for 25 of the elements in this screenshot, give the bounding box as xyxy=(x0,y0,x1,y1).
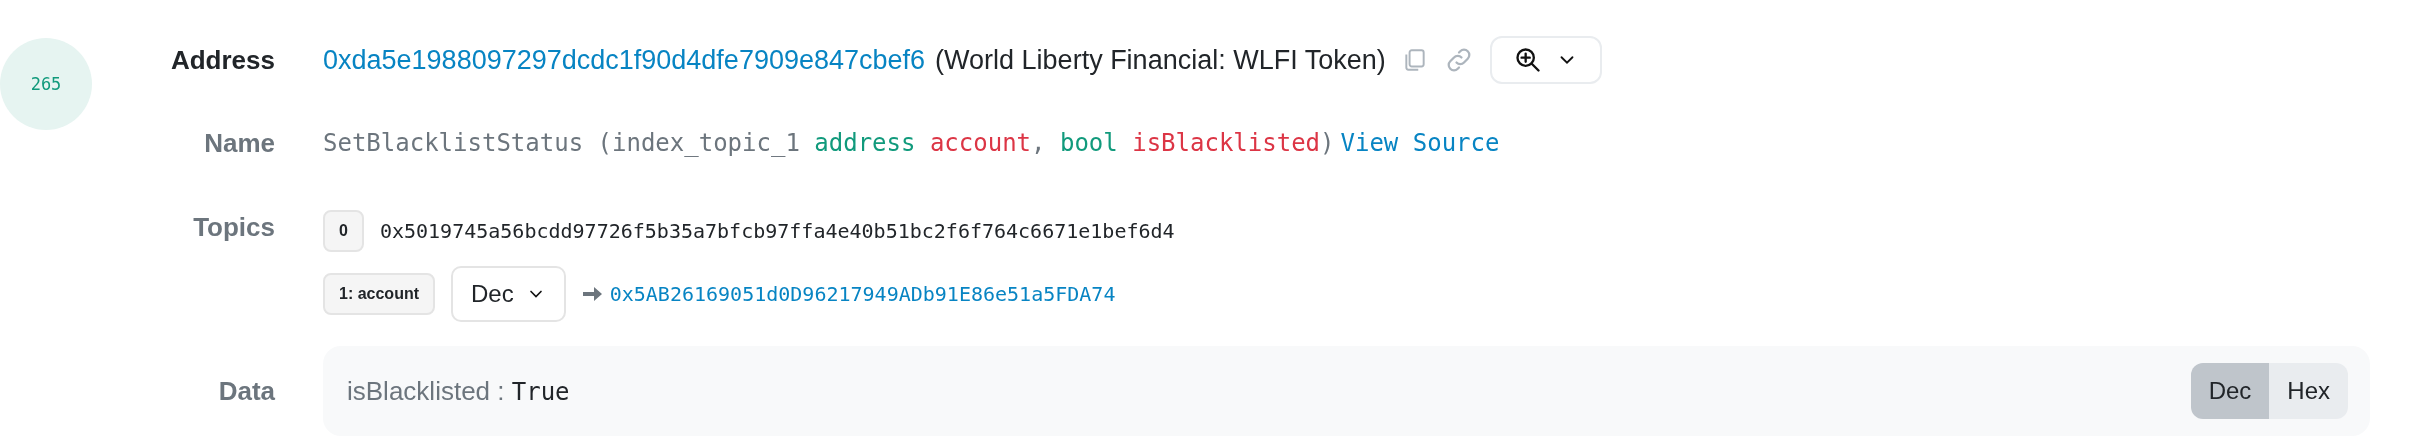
address-link[interactable]: 0xda5e1988097297dcdc1f90d4dfe7909e847cbef6 xyxy=(323,44,926,76)
event-signature-part: SetBlacklistStatus (index_topic_1 xyxy=(323,129,801,157)
address-name: (World Liberty Financial: WLFI Token) xyxy=(935,44,1386,76)
field-label: Name xyxy=(203,130,275,156)
topic-hash: 0x5019745a56bcdd97726f5b35a7bfcb97ffa4e40b51bc2f6f764c6671e1bef6d4 xyxy=(379,219,1175,243)
event-signature-part: isBlacklisted xyxy=(1131,129,1321,157)
data-value: isBlacklisted : True xyxy=(347,375,570,407)
event-signature-part: , xyxy=(1031,129,1047,157)
event-signature-part: address xyxy=(814,129,916,157)
format-toggle-button[interactable]: Dec xyxy=(2190,363,2270,419)
field-label: Topics xyxy=(192,211,275,240)
decoded-address-link[interactable]: 0x5AB26169051d0D96217949ADb91E86e51a5FDA74 xyxy=(609,282,1116,306)
view-source-link[interactable]: View Source xyxy=(1340,129,1500,157)
log-index-badge: 265 xyxy=(0,38,92,130)
field-label: Address xyxy=(169,47,275,73)
format-select[interactable]: Dec xyxy=(451,266,566,322)
event-signature-part: account xyxy=(928,129,1032,157)
topic-index-badge: 1: account xyxy=(323,273,435,315)
event-signature-part: ) xyxy=(1320,129,1335,157)
event-signature-part: bool xyxy=(1059,129,1118,157)
zoom-in-icon xyxy=(1513,46,1542,74)
topic-index-badge: 0 xyxy=(323,210,364,252)
format-toggle-button[interactable]: Hex xyxy=(2269,363,2348,419)
field-label: Data xyxy=(217,378,275,404)
zoom-dropdown-button[interactable] xyxy=(1489,36,1602,84)
